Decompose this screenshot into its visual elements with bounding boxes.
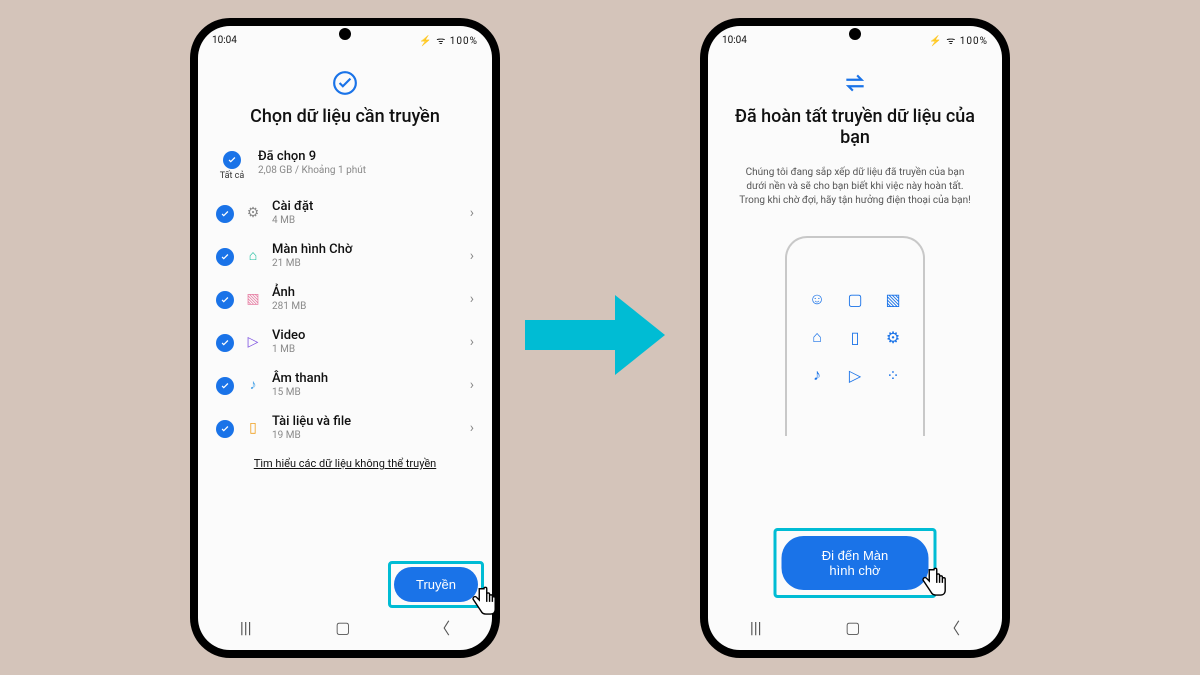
chevron-right-icon: › bbox=[470, 334, 474, 350]
go-home-button[interactable]: Đi đến Màn hình chờ bbox=[782, 536, 929, 590]
category-icon: ♪ bbox=[244, 376, 262, 394]
page-title: Đã hoàn tất truyền dữ liệu của bạn bbox=[726, 106, 984, 148]
document-icon: ▯ bbox=[842, 324, 868, 350]
apps-icon: ⁘ bbox=[880, 362, 906, 388]
category-icon: ⚙ bbox=[244, 204, 262, 222]
category-size: 1 MB bbox=[272, 344, 305, 355]
category-row[interactable]: ▷ Video1 MB › bbox=[216, 320, 474, 363]
home-icon: ⌂ bbox=[804, 324, 830, 350]
page-title: Chọn dữ liệu cần truyền bbox=[216, 106, 474, 127]
category-name: Âm thanh bbox=[272, 371, 328, 386]
nav-home-icon[interactable]: ▢ bbox=[845, 618, 860, 637]
checkbox-icon[interactable] bbox=[216, 248, 234, 266]
chevron-right-icon: › bbox=[470, 420, 474, 436]
chevron-right-icon: › bbox=[470, 205, 474, 221]
category-size: 21 MB bbox=[272, 258, 352, 269]
transfer-arrows-icon bbox=[726, 70, 984, 96]
tutorial-stage: 10:04 ⚡ ᯤ 100% Chọn dữ liệu cần truyền T… bbox=[0, 0, 1200, 675]
checkbox-icon[interactable] bbox=[216, 205, 234, 223]
status-icons: ⚡ ᯤ 100% bbox=[419, 33, 478, 47]
selected-size: 2,08 GB / Khoảng 1 phút bbox=[258, 165, 366, 176]
checkbox-icon[interactable] bbox=[216, 420, 234, 438]
category-size: 15 MB bbox=[272, 387, 328, 398]
device-illustration: ☺ ▢ ▧ ⌂ ▯ ⚙ ♪ ▷ ⁘ bbox=[785, 236, 925, 436]
category-size: 4 MB bbox=[272, 215, 313, 226]
nav-home-icon[interactable]: ▢ bbox=[335, 618, 350, 637]
camera-notch bbox=[849, 28, 861, 40]
checkbox-icon[interactable] bbox=[216, 334, 234, 352]
phone-frame-left: 10:04 ⚡ ᯤ 100% Chọn dữ liệu cần truyền T… bbox=[190, 18, 500, 658]
nav-back-icon[interactable]: 〈 bbox=[434, 615, 450, 639]
status-time: 10:04 bbox=[212, 35, 237, 46]
category-icon: ▯ bbox=[244, 419, 262, 437]
category-row[interactable]: ⌂ Màn hình Chờ21 MB › bbox=[216, 234, 474, 277]
checkbox-all-icon[interactable] bbox=[223, 151, 241, 169]
selected-count: Đã chọn 9 bbox=[258, 149, 366, 164]
flow-arrow-icon bbox=[520, 290, 670, 384]
category-icon: ⌂ bbox=[244, 247, 262, 265]
category-size: 19 MB bbox=[272, 430, 351, 441]
status-icons: ⚡ ᯤ 100% bbox=[929, 33, 988, 47]
transfer-button[interactable]: Truyền bbox=[394, 567, 478, 602]
checkbox-icon[interactable] bbox=[216, 291, 234, 309]
video-icon: ▷ bbox=[842, 362, 868, 388]
checkbox-icon[interactable] bbox=[216, 377, 234, 395]
category-icon: ▧ bbox=[244, 290, 262, 308]
nav-back-icon[interactable]: 〈 bbox=[944, 615, 960, 639]
page-subtext: Chúng tôi đang sắp xếp dữ liệu đã truyền… bbox=[726, 166, 984, 208]
category-name: Cài đặt bbox=[272, 199, 313, 214]
category-name: Ảnh bbox=[272, 285, 306, 300]
all-label: Tất cả bbox=[220, 171, 245, 181]
settings-icon: ⚙ bbox=[880, 324, 906, 350]
phone-frame-right: 10:04 ⚡ ᯤ 100% Đã hoàn tất truyền dữ liệ… bbox=[700, 18, 1010, 658]
contact-icon: ☺ bbox=[804, 286, 830, 312]
android-navbar: ||| ▢ 〈 bbox=[708, 612, 1002, 642]
chevron-right-icon: › bbox=[470, 248, 474, 264]
message-icon: ▢ bbox=[842, 286, 868, 312]
check-circle-icon bbox=[216, 70, 474, 96]
category-row[interactable]: ▯ Tài liệu và file19 MB › bbox=[216, 406, 474, 449]
select-all-row[interactable]: Tất cả Đã chọn 9 2,08 GB / Khoảng 1 phút bbox=[216, 145, 474, 191]
nav-recent-icon[interactable]: ||| bbox=[240, 618, 252, 637]
category-name: Video bbox=[272, 328, 305, 343]
nav-recent-icon[interactable]: ||| bbox=[750, 618, 762, 637]
category-size: 281 MB bbox=[272, 301, 306, 312]
category-name: Tài liệu và file bbox=[272, 414, 351, 429]
content-left: Chọn dữ liệu cần truyền Tất cả Đã chọn 9… bbox=[198, 54, 492, 650]
chevron-right-icon: › bbox=[470, 291, 474, 307]
learn-more-link[interactable]: Tìm hiểu các dữ liệu không thể truyền bbox=[216, 457, 474, 470]
image-icon: ▧ bbox=[880, 286, 906, 312]
android-navbar: ||| ▢ 〈 bbox=[198, 612, 492, 642]
category-row[interactable]: ♪ Âm thanh15 MB › bbox=[216, 363, 474, 406]
camera-notch bbox=[339, 28, 351, 40]
status-time: 10:04 bbox=[722, 35, 747, 46]
chevron-right-icon: › bbox=[470, 377, 474, 393]
music-icon: ♪ bbox=[804, 362, 830, 388]
screen-right: 10:04 ⚡ ᯤ 100% Đã hoàn tất truyền dữ liệ… bbox=[708, 26, 1002, 650]
category-icon: ▷ bbox=[244, 333, 262, 351]
category-row[interactable]: ▧ Ảnh281 MB › bbox=[216, 277, 474, 320]
category-name: Màn hình Chờ bbox=[272, 242, 352, 257]
category-row[interactable]: ⚙ Cài đặt4 MB › bbox=[216, 191, 474, 234]
screen-left: 10:04 ⚡ ᯤ 100% Chọn dữ liệu cần truyền T… bbox=[198, 26, 492, 650]
